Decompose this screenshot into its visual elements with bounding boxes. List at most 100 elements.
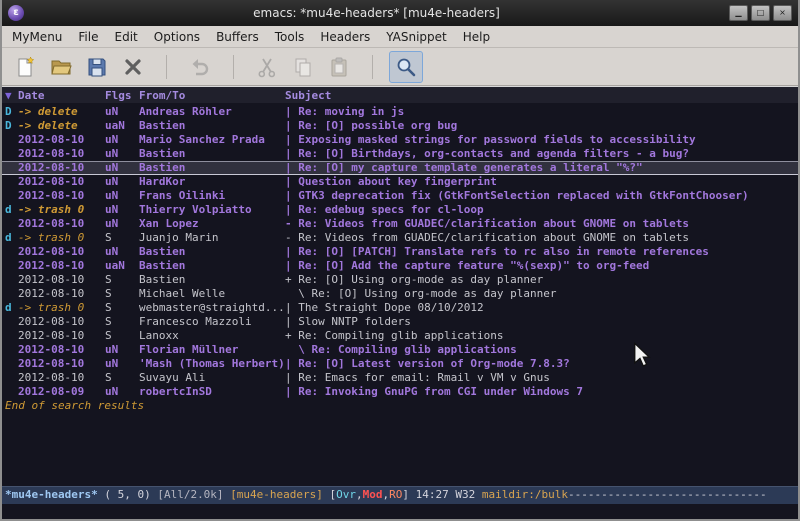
message-row[interactable]: d-> trash 0Swebmaster@straightd...| The … (2, 301, 798, 315)
date-cell: -> trash 0 (18, 231, 105, 245)
open-file-icon (50, 56, 72, 78)
emacs-frame-body: ▼ Date Flgs From/To Subject D-> deleteuN… (2, 86, 798, 519)
from-cell: Bastien (139, 273, 285, 287)
subject-cell: \ Re: Compiling glib applications (285, 343, 798, 357)
copy-button[interactable] (286, 51, 320, 83)
message-row[interactable]: 2012-08-10uNFlorian Müllner \ Re: Compil… (2, 343, 798, 357)
menu-buffers[interactable]: Buffers (208, 28, 267, 46)
mark-cell: D (5, 119, 18, 133)
menu-file[interactable]: File (70, 28, 106, 46)
search-button[interactable] (389, 51, 423, 83)
message-row[interactable]: d-> trash 0uNThierry Volpiatto| Re: edeb… (2, 203, 798, 217)
emacs-window: ε emacs: *mu4e-headers* [mu4e-headers] ▁… (0, 0, 800, 521)
echo-area (2, 504, 798, 519)
undo-button[interactable] (183, 51, 217, 83)
mode-line[interactable]: *mu4e-headers* ( 5, 0) [All/2.0k] [mu4e-… (2, 486, 798, 504)
close-button[interactable] (116, 51, 150, 83)
message-row[interactable]: 2012-08-10uNHardKor| Question about key … (2, 175, 798, 189)
flags-cell: uN (105, 133, 139, 147)
date-cell: 2012-08-10 (18, 371, 105, 385)
message-row[interactable]: 2012-08-10uNFrans Oilinki| GTK3 deprecat… (2, 189, 798, 203)
subject-cell: | Re: [O] Add the capture feature "%(sex… (285, 259, 798, 273)
message-row[interactable]: D-> deleteuNAndreas Röhler| Re: moving i… (2, 105, 798, 119)
emacs-icon: ε (8, 5, 24, 21)
message-row[interactable]: 2012-08-10uNXan Lopez- Re: Videos from G… (2, 217, 798, 231)
message-row[interactable]: 2012-08-10uNBastien| Re: [O] my capture … (2, 161, 798, 175)
message-row[interactable]: 2012-08-10uN'Mash (Thomas Herbert)| Re: … (2, 357, 798, 371)
flags-cell: S (105, 329, 139, 343)
modified-flag: Mod (363, 488, 383, 501)
message-row[interactable]: 2012-08-10SSuvayu Ali| Re: Emacs for ema… (2, 371, 798, 385)
from-cell: Xan Lopez (139, 217, 285, 231)
menu-help[interactable]: Help (455, 28, 498, 46)
mark-cell (5, 385, 18, 399)
mark-cell (5, 147, 18, 161)
mark-cell (5, 189, 18, 203)
from-cell: 'Mash (Thomas Herbert) (139, 357, 285, 371)
message-row[interactable]: 2012-08-10uNMario Sanchez Prada| Exposin… (2, 133, 798, 147)
menu-bar: MyMenuFileEditOptionsBuffersToolsHeaders… (2, 26, 798, 48)
overwrite-flag: Ovr (336, 488, 356, 501)
menu-yasnippet[interactable]: YASnippet (378, 28, 455, 46)
flags-cell: uN (105, 217, 139, 231)
titlebar[interactable]: ε emacs: *mu4e-headers* [mu4e-headers] ▁… (2, 0, 798, 26)
paste-button[interactable] (322, 51, 356, 83)
message-row[interactable]: 2012-08-10SBastien+ Re: [O] Using org-mo… (2, 273, 798, 287)
cut-button[interactable] (250, 51, 284, 83)
save-icon (86, 56, 108, 78)
subject-cell: | Slow NNTP folders (285, 315, 798, 329)
message-row[interactable]: d-> trash 0SJuanjo Marin- Re: Videos fro… (2, 231, 798, 245)
menu-headers[interactable]: Headers (312, 28, 378, 46)
flags-close: ] (402, 488, 415, 501)
flags-cell: S (105, 315, 139, 329)
message-list: D-> deleteuNAndreas Röhler| Re: moving i… (2, 103, 798, 486)
subject-cell: | Re: [O] my capture template generates … (285, 161, 798, 175)
mark-cell: D (5, 105, 18, 119)
mark-cell (5, 245, 18, 259)
subject-cell: | Re: [O] Latest version of Org-mode 7.8… (285, 357, 798, 371)
subject-cell: - Re: Videos from GUADEC/clarification a… (285, 231, 798, 245)
header-col-from[interactable]: From/To (139, 89, 285, 102)
minimize-button[interactable]: ▁ (729, 5, 748, 21)
header-col-flags[interactable]: Flgs (105, 89, 139, 102)
mark-cell (5, 273, 18, 287)
date-cell: 2012-08-10 (18, 343, 105, 357)
maximize-button[interactable]: □ (751, 5, 770, 21)
date-cell: 2012-08-10 (18, 189, 105, 203)
menu-mymenu[interactable]: MyMenu (4, 28, 70, 46)
open-file-button[interactable] (44, 51, 78, 83)
filler-dashes: ------------------------------ (568, 488, 767, 501)
close-button[interactable]: × (773, 5, 792, 21)
undo-icon (189, 56, 211, 78)
mark-cell: d (5, 203, 18, 217)
menu-options[interactable]: Options (146, 28, 208, 46)
message-row[interactable]: 2012-08-10uNBastien| Re: [O] Birthdays, … (2, 147, 798, 161)
menu-tools[interactable]: Tools (267, 28, 313, 46)
message-row[interactable]: 2012-08-10SFrancesco Mazzoli| Slow NNTP … (2, 315, 798, 329)
from-cell: robertcInSD (139, 385, 285, 399)
toolbar-separator (233, 55, 234, 79)
from-cell: Juanjo Marin (139, 231, 285, 245)
message-row[interactable]: 2012-08-09uNrobertcInSD| Re: Invoking Gn… (2, 385, 798, 399)
message-row[interactable]: D-> deleteuaNBastien| Re: [O] possible o… (2, 119, 798, 133)
message-row[interactable]: 2012-08-10SLanoxx+ Re: Compiling glib ap… (2, 329, 798, 343)
header-col-date[interactable]: Date (18, 89, 105, 102)
flags-cell: S (105, 231, 139, 245)
from-cell: Mario Sanchez Prada (139, 133, 285, 147)
subject-cell: | The Straight Dope 08/10/2012 (285, 301, 798, 315)
new-file-button[interactable] (8, 51, 42, 83)
clock: 14:27 (416, 488, 456, 501)
from-cell: Suvayu Ali (139, 371, 285, 385)
message-row[interactable]: 2012-08-10SMichael Welle \ Re: [O] Using… (2, 287, 798, 301)
save-button[interactable] (80, 51, 114, 83)
message-row[interactable]: 2012-08-10uNBastien| Re: [O] [PATCH] Tra… (2, 245, 798, 259)
flags-cell: uN (105, 245, 139, 259)
toolbar-separator (372, 55, 373, 79)
message-row[interactable]: 2012-08-10uaNBastien| Re: [O] Add the ca… (2, 259, 798, 273)
from-cell: Andreas Röhler (139, 105, 285, 119)
menu-edit[interactable]: Edit (107, 28, 146, 46)
header-col-subject[interactable]: Subject (285, 89, 798, 102)
flags-cell: S (105, 287, 139, 301)
search-icon (395, 56, 417, 78)
mark-cell (5, 343, 18, 357)
